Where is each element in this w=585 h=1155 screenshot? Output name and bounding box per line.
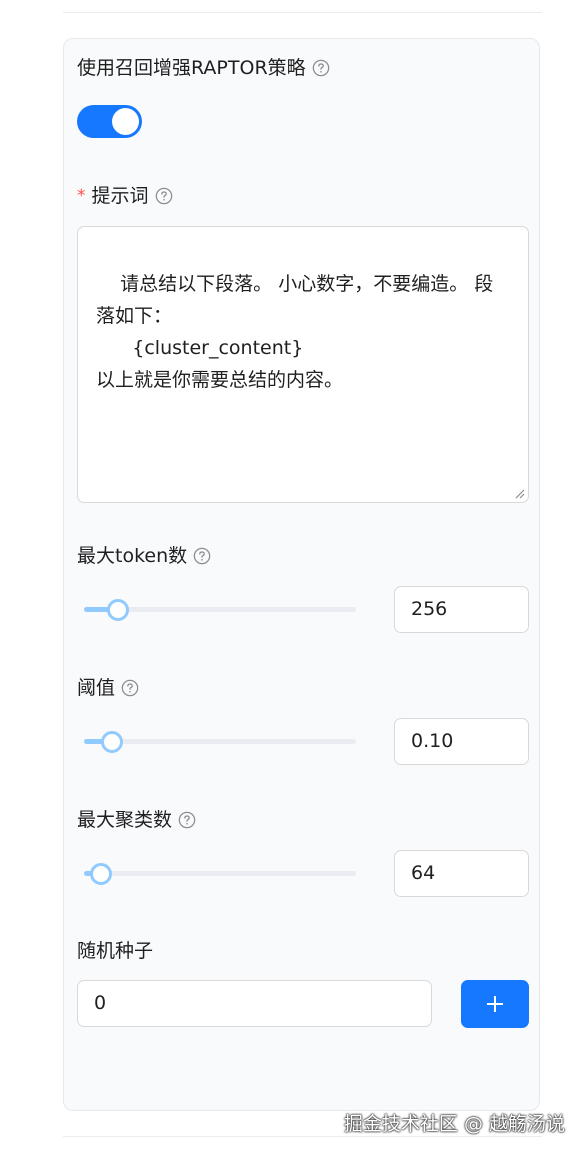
slider-rail: [84, 871, 356, 876]
max-cluster-input[interactable]: 64: [394, 850, 529, 897]
raptor-settings-panel: 使用召回增强RAPTOR策略 * 提示词 请总结以下段落。 小心数字，不要编造。…: [63, 38, 540, 1111]
prompt-textarea[interactable]: 请总结以下段落。 小心数字，不要编造。 段落如下： {cluster_conte…: [77, 226, 529, 503]
bottom-divider: [63, 1136, 542, 1137]
max-token-label-row: 最大token数: [77, 544, 211, 568]
threshold-input[interactable]: 0.10: [394, 718, 529, 765]
slider-handle[interactable]: [101, 731, 123, 753]
max-token-label: 最大token数: [77, 545, 188, 567]
max-cluster-value: 64: [411, 862, 436, 884]
watermark: 掘金技术社区 @ 越觞汤说: [343, 1113, 565, 1135]
plus-icon: [487, 996, 503, 1012]
threshold-slider[interactable]: [84, 730, 356, 753]
random-seed-label: 随机种子: [77, 940, 154, 962]
threshold-label-row: 阈值: [77, 676, 139, 700]
raptor-toggle-switch[interactable]: [77, 105, 142, 138]
prompt-label: 提示词: [91, 185, 149, 207]
slider-handle[interactable]: [107, 599, 129, 621]
slider-rail: [84, 739, 356, 744]
max-token-value: 256: [411, 598, 448, 620]
threshold-label: 阈值: [77, 677, 116, 699]
max-cluster-slider[interactable]: [84, 862, 356, 885]
question-circle-icon[interactable]: [193, 547, 211, 565]
max-cluster-label-row: 最大聚类数: [77, 808, 196, 832]
max-token-input[interactable]: 256: [394, 586, 529, 633]
raptor-label-row: 使用召回增强RAPTOR策略: [77, 56, 330, 80]
raptor-label: 使用召回增强RAPTOR策略: [77, 57, 306, 79]
random-seed-label-row: 随机种子: [77, 939, 153, 963]
required-asterisk: *: [77, 186, 86, 206]
slider-handle[interactable]: [90, 863, 112, 885]
max-token-slider[interactable]: [84, 598, 356, 621]
question-circle-icon[interactable]: [178, 811, 196, 829]
generate-seed-button[interactable]: [461, 980, 529, 1028]
random-seed-input[interactable]: 0: [77, 980, 432, 1027]
toggle-knob: [112, 108, 139, 135]
threshold-value: 0.10: [411, 730, 454, 752]
top-divider: [63, 12, 542, 13]
question-circle-icon[interactable]: [121, 679, 139, 697]
prompt-text: 请总结以下段落。 小心数字，不要编造。 段落如下： {cluster_conte…: [96, 273, 494, 391]
random-seed-value: 0: [94, 992, 107, 1014]
question-circle-icon[interactable]: [312, 59, 330, 77]
question-circle-icon[interactable]: [155, 187, 173, 205]
resize-handle-icon[interactable]: [515, 489, 525, 499]
max-cluster-label: 最大聚类数: [77, 809, 173, 831]
prompt-label-row: * 提示词: [77, 184, 173, 208]
